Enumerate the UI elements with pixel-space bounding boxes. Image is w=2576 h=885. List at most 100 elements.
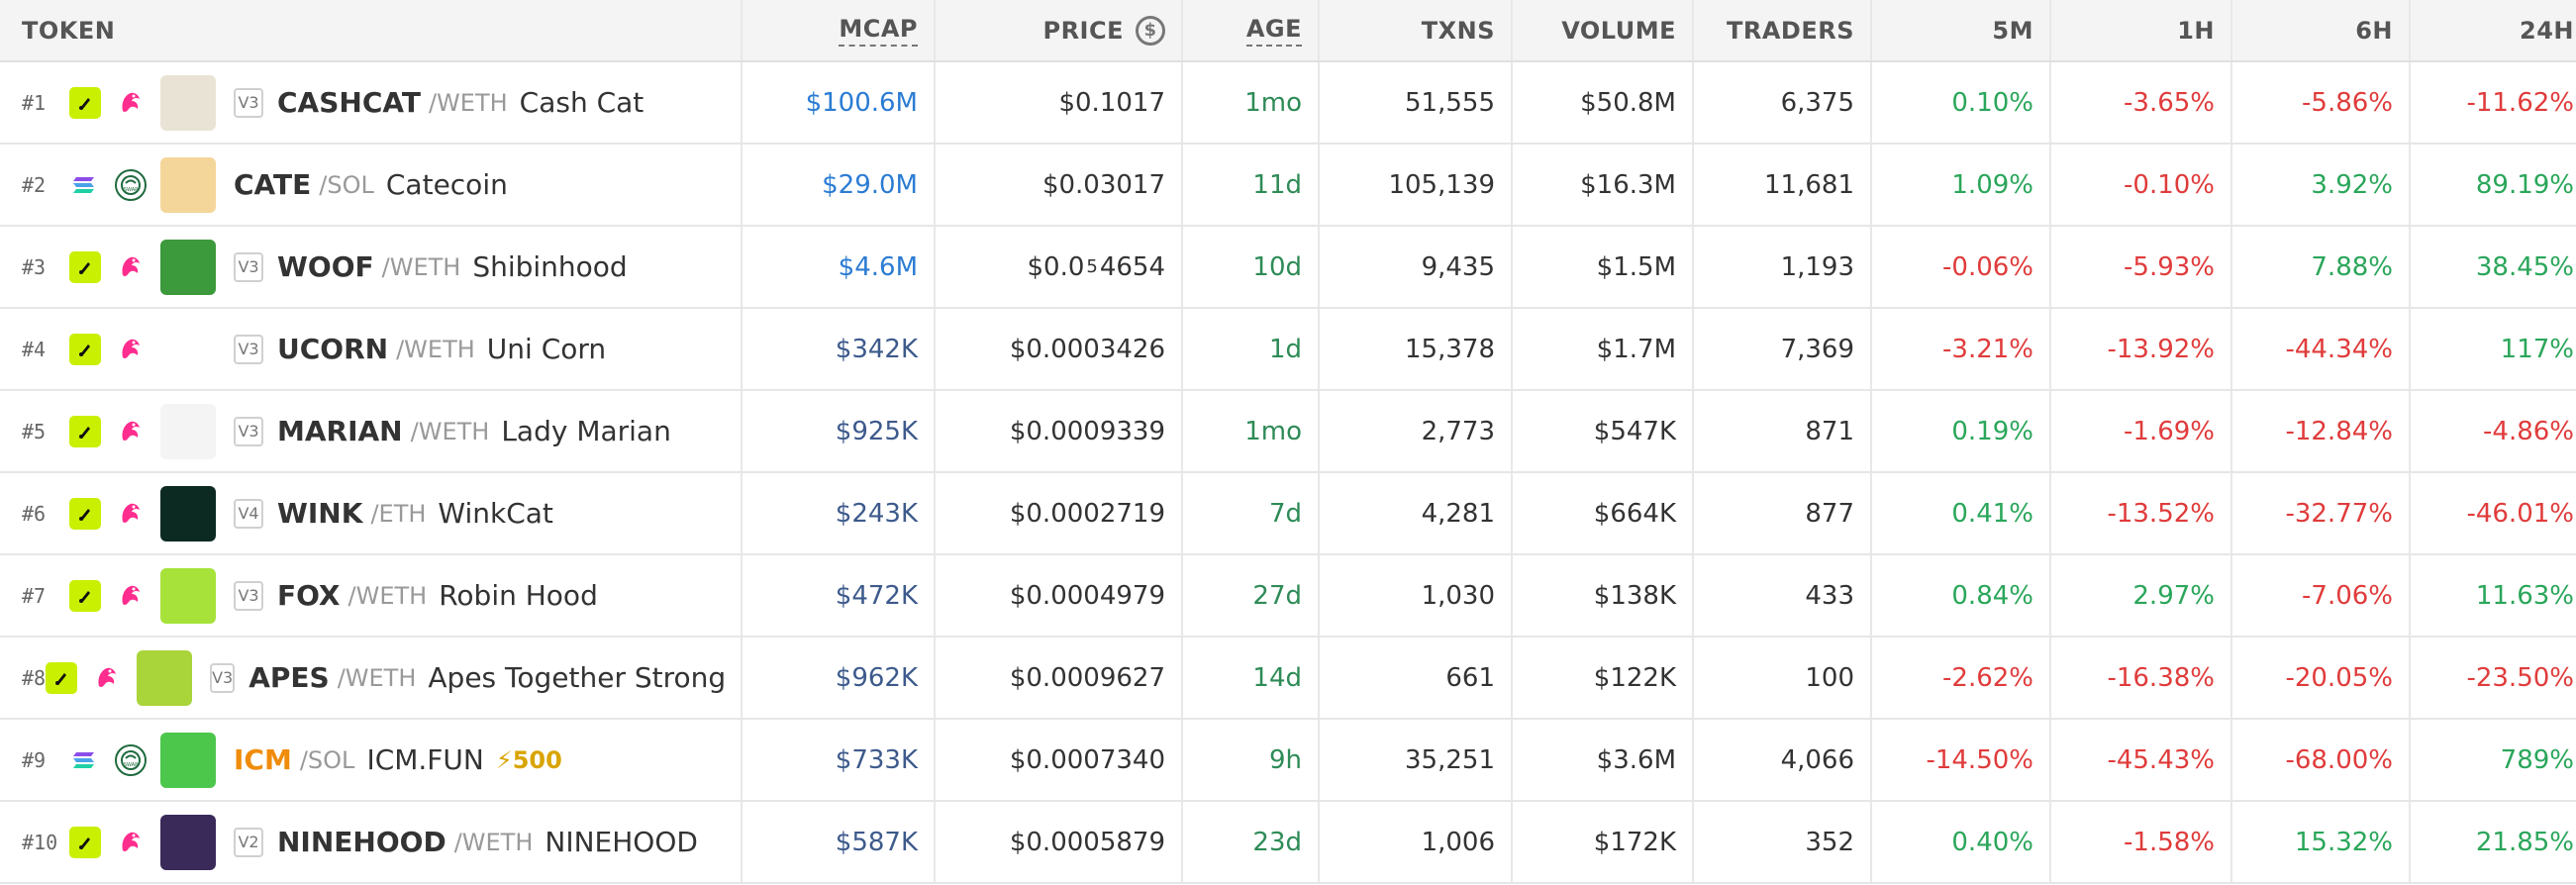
mcap-cell: $962K xyxy=(743,638,936,718)
age-value: 11d xyxy=(1252,169,1302,200)
rank: #2 xyxy=(22,172,47,197)
volume-value: $138K xyxy=(1593,580,1676,611)
volume-value: $16.3M xyxy=(1580,169,1676,200)
rank: #10 xyxy=(22,830,58,854)
header-5m-label: 5M xyxy=(1992,16,2033,45)
age-cell: 7d xyxy=(1183,473,1320,553)
header-mcap[interactable]: MCAP xyxy=(743,0,936,60)
price-cell: $0.1017 xyxy=(936,62,1183,143)
volume-cell: $172K xyxy=(1513,802,1694,882)
change-6h-cell: 3.92% xyxy=(2232,145,2411,225)
volume-cell: $16.3M xyxy=(1513,145,1694,225)
price-value: $0.0005879 xyxy=(1009,827,1165,857)
price-value: $0.0009627 xyxy=(1009,662,1165,693)
table-row[interactable]: #2 SWAP CATE /SOL Catecoin $29.0M $0.030… xyxy=(0,145,2576,227)
version-badge: V2 xyxy=(234,827,263,857)
price-cell: $0.0007340 xyxy=(936,720,1183,800)
price-value: $0.1017 xyxy=(1058,87,1165,118)
traders-value: 877 xyxy=(1805,498,1854,529)
traders-value: 11,681 xyxy=(1764,169,1854,200)
table-row[interactable]: #3 V3 WOOF /WETH Shibinhood $4.6M $0.0 5 4… xyxy=(0,227,2576,309)
table-row[interactable]: #10 V2 NINEHOOD /WETH NINEHOOD $587K $0.… xyxy=(0,802,2576,884)
rank: #6 xyxy=(22,501,47,526)
token-cell[interactable]: #1 V3 CASHCAT /WETH Cash Cat xyxy=(0,62,743,143)
rank: #4 xyxy=(22,337,47,361)
header-token[interactable]: TOKEN xyxy=(0,0,743,60)
token-cell[interactable]: #5 V3 MARIAN /WETH Lady Marian xyxy=(0,391,743,471)
token-cell[interactable]: #2 SWAP CATE /SOL Catecoin xyxy=(0,145,743,225)
token-symbol: WOOF xyxy=(277,250,374,283)
change-24h: 789% xyxy=(2500,744,2574,775)
table-row[interactable]: #4 V3 UCORN /WETH Uni Corn $342K $0.0003… xyxy=(0,309,2576,391)
token-name: Lady Marian xyxy=(501,415,671,447)
header-5m[interactable]: 5M xyxy=(1872,0,2051,60)
change-24h: 38.45% xyxy=(2475,251,2574,282)
swap-dex-icon: SWAP xyxy=(115,168,147,201)
table-row[interactable]: #8 V3 APES /WETH Apes Together Strong $9… xyxy=(0,638,2576,720)
header-6h[interactable]: 6H xyxy=(2232,0,2411,60)
mcap-value: $962K xyxy=(835,662,918,693)
traders-cell: 100 xyxy=(1694,638,1872,718)
boost-badge[interactable]: ⚡500 xyxy=(496,746,562,774)
age-value: 1mo xyxy=(1244,416,1302,446)
table-row[interactable]: #5 V3 MARIAN /WETH Lady Marian $925K $0.… xyxy=(0,391,2576,473)
token-cell[interactable]: #8 V3 APES /WETH Apes Together Strong xyxy=(0,638,743,718)
change-5m: -14.50% xyxy=(1926,744,2033,775)
header-price[interactable]: PRICE $ xyxy=(936,0,1183,60)
volume-cell: $1.5M xyxy=(1513,227,1694,307)
change-5m-cell: 0.84% xyxy=(1872,555,2051,636)
table-body: #1 V3 CASHCAT /WETH Cash Cat $100.6M $0.… xyxy=(0,62,2576,884)
header-price-label: PRICE xyxy=(1042,16,1124,45)
solana-icon xyxy=(69,744,101,776)
mcap-cell: $472K xyxy=(743,555,936,636)
token-symbol: APES xyxy=(248,661,330,694)
header-24h-label: 24H xyxy=(2520,16,2574,45)
age-cell: 1d xyxy=(1183,309,1320,389)
change-24h: -11.62% xyxy=(2466,87,2574,118)
token-cell[interactable]: #3 V3 WOOF /WETH Shibinhood xyxy=(0,227,743,307)
token-symbol: CATE xyxy=(234,168,312,201)
header-1h-label: 1H xyxy=(2177,16,2215,45)
traders-value: 1,193 xyxy=(1780,251,1854,282)
volume-value: $3.6M xyxy=(1596,744,1676,775)
age-value: 7d xyxy=(1268,498,1302,529)
table-row[interactable]: #6 V4 WINK /ETH WinkCat $243K $0.0002719… xyxy=(0,473,2576,555)
token-cell[interactable]: #6 V4 WINK /ETH WinkCat xyxy=(0,473,743,553)
txns-cell: 105,139 xyxy=(1320,145,1513,225)
header-mcap-label: MCAP xyxy=(839,15,918,47)
age-value: 27d xyxy=(1252,580,1302,611)
price-cell: $0.0009339 xyxy=(936,391,1183,471)
change-5m: 0.19% xyxy=(1951,416,2033,446)
txns-cell: 1,006 xyxy=(1320,802,1513,882)
table-row[interactable]: #1 V3 CASHCAT /WETH Cash Cat $100.6M $0.… xyxy=(0,62,2576,145)
token-cell[interactable]: #9 SWAP ICM /SOL ICM.FUN ⚡500 xyxy=(0,720,743,800)
price-cell: $0.0005879 xyxy=(936,802,1183,882)
price-cell: $0.0002719 xyxy=(936,473,1183,553)
mcap-cell: $925K xyxy=(743,391,936,471)
change-24h: 11.63% xyxy=(2475,580,2574,611)
header-24h[interactable]: 24H xyxy=(2411,0,2576,60)
token-symbol: CASHCAT xyxy=(277,86,421,119)
token-cell[interactable]: #10 V2 NINEHOOD /WETH NINEHOOD xyxy=(0,802,743,882)
price-value: $0.0009339 xyxy=(1009,416,1165,446)
change-5m: 0.41% xyxy=(1951,498,2033,529)
token-cell[interactable]: #7 V3 FOX /WETH Robin Hood xyxy=(0,555,743,636)
header-volume[interactable]: VOLUME xyxy=(1513,0,1694,60)
table-row[interactable]: #7 V3 FOX /WETH Robin Hood $472K $0.0004… xyxy=(0,555,2576,638)
header-1h[interactable]: 1H xyxy=(2051,0,2232,60)
change-1h-cell: -3.65% xyxy=(2051,62,2232,143)
mcap-value: $472K xyxy=(835,580,918,611)
txns-cell: 35,251 xyxy=(1320,720,1513,800)
dollar-coin-icon[interactable]: $ xyxy=(1136,15,1165,46)
token-cell[interactable]: #4 V3 UCORN /WETH Uni Corn xyxy=(0,309,743,389)
price-value: $0.0002719 xyxy=(1009,498,1165,529)
change-1h-cell: -5.93% xyxy=(2051,227,2232,307)
header-age[interactable]: AGE xyxy=(1183,0,1320,60)
token-pair: /WETH xyxy=(428,88,508,117)
header-traders[interactable]: TRADERS xyxy=(1694,0,1872,60)
version-badge: V3 xyxy=(234,87,263,118)
change-6h: 3.92% xyxy=(2311,169,2393,200)
header-txns[interactable]: TXNS xyxy=(1320,0,1513,60)
table-row[interactable]: #9 SWAP ICM /SOL ICM.FUN ⚡500 $733K $0.0… xyxy=(0,720,2576,802)
change-5m-cell: 0.10% xyxy=(1872,62,2051,143)
